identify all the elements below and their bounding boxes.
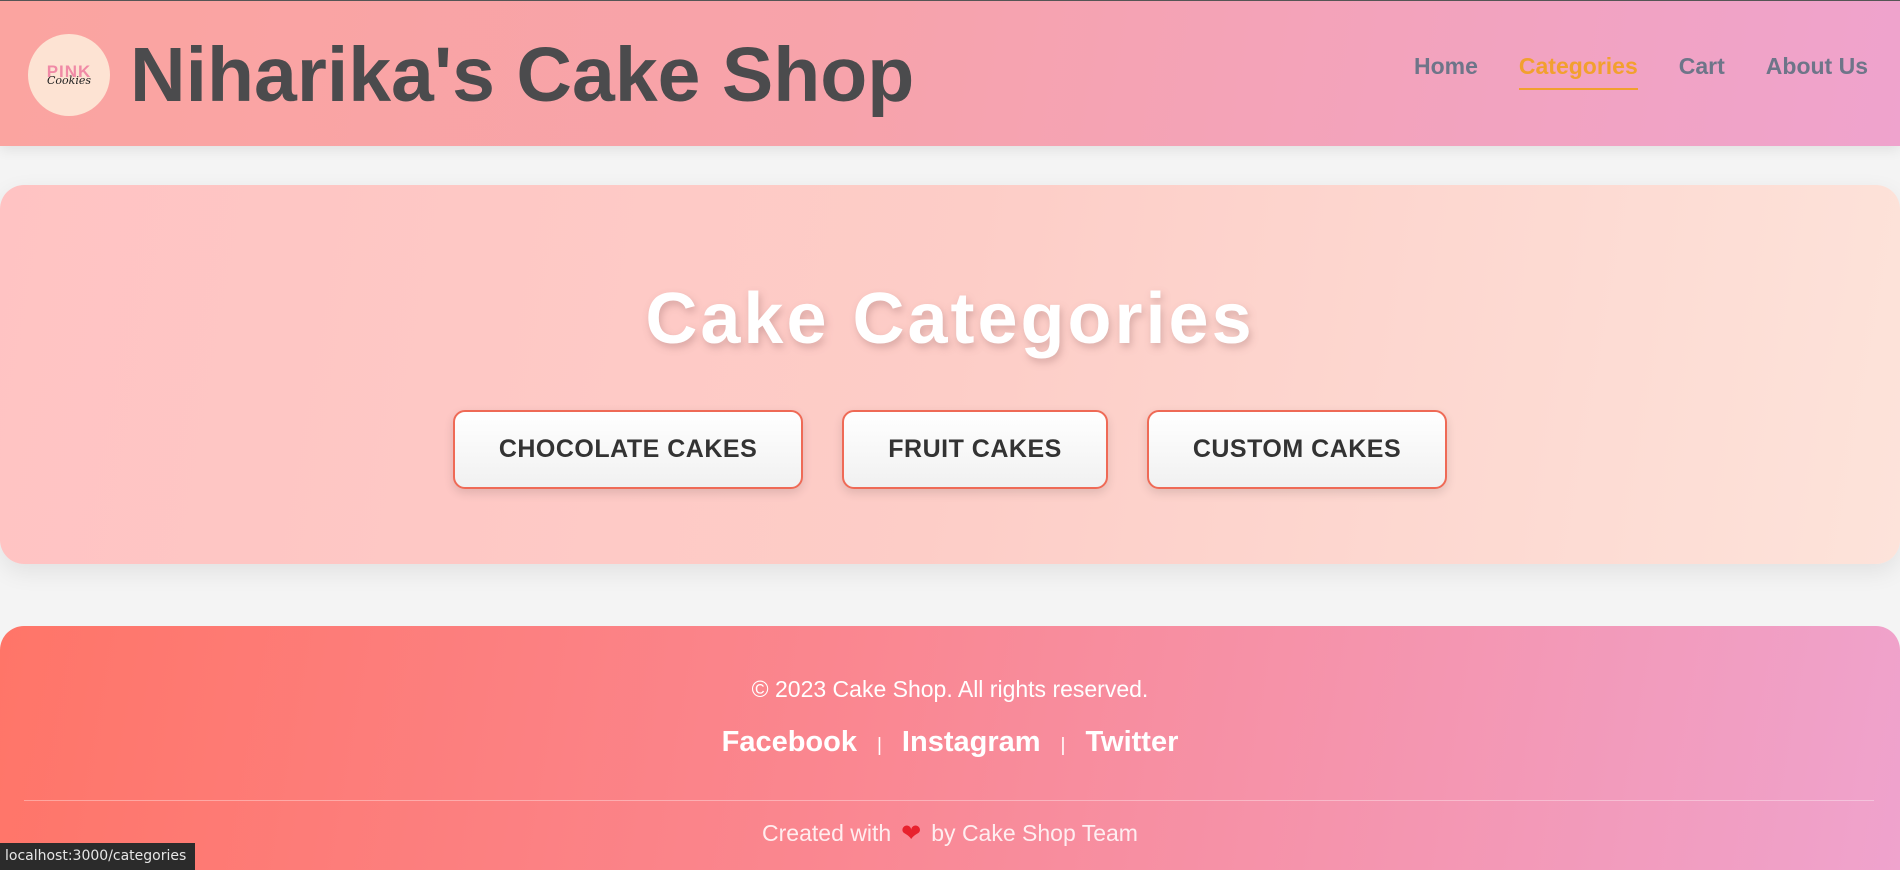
heart-icon: ❤ xyxy=(901,820,922,847)
site-title: Niharika's Cake Shop xyxy=(130,32,915,118)
instagram-link[interactable]: Instagram xyxy=(902,726,1041,759)
social-links: Facebook | Instagram | Twitter xyxy=(0,726,1900,759)
twitter-link[interactable]: Twitter xyxy=(1085,726,1178,759)
main-nav: Home Categories Cart About Us xyxy=(1414,53,1868,90)
separator: | xyxy=(1060,734,1066,756)
footer-divider xyxy=(24,800,1874,801)
custom-cakes-button[interactable]: CUSTOM CAKES xyxy=(1146,410,1448,489)
page-title: Cake Categories xyxy=(645,279,1255,359)
logo[interactable]: PINK Cookies xyxy=(28,34,110,116)
chocolate-cakes-button[interactable]: CHOCOLATE CAKES xyxy=(452,410,804,489)
separator: | xyxy=(876,734,882,756)
fruit-cakes-button[interactable]: FRUIT CAKES xyxy=(842,410,1108,489)
copyright-text: © 2023 Cake Shop. All rights reserved. xyxy=(751,676,1149,702)
status-bar-url: localhost:3000/categories xyxy=(0,843,196,870)
site-header: PINK Cookies Niharika's Cake Shop Home C… xyxy=(0,0,1900,146)
credit-line: Created with ❤ by Cake Shop Team xyxy=(0,819,1900,848)
nav-cart-link[interactable]: Cart xyxy=(1679,53,1725,90)
nav-home-link[interactable]: Home xyxy=(1414,53,1478,90)
categories-panel: Cake Categories CHOCOLATE CAKES FRUIT CA… xyxy=(0,185,1900,564)
site-footer: © 2023 Cake Shop. All rights reserved. F… xyxy=(0,626,1900,870)
nav-about-link[interactable]: About Us xyxy=(1766,53,1868,90)
category-buttons: CHOCOLATE CAKES FRUIT CAKES CUSTOM CAKES xyxy=(0,410,1900,489)
credit-suffix: by Cake Shop Team xyxy=(931,820,1138,846)
credit-prefix: Created with xyxy=(762,820,892,846)
nav-categories-link[interactable]: Categories xyxy=(1518,53,1638,90)
logo-text-cookies: Cookies xyxy=(47,74,91,87)
facebook-link[interactable]: Facebook xyxy=(722,726,857,759)
